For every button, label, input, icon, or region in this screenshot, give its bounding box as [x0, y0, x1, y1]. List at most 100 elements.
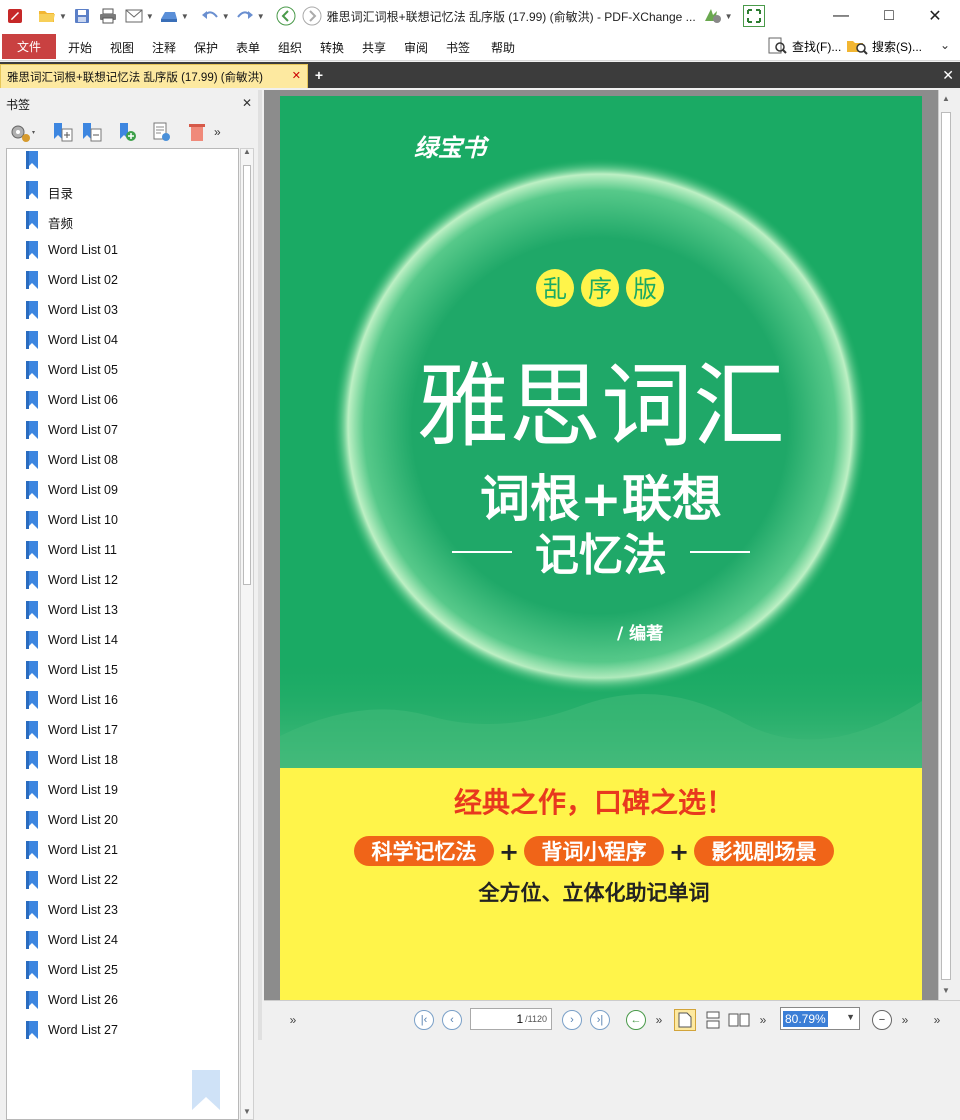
bookmark-item[interactable]: Word List 03: [7, 295, 237, 325]
back-icon[interactable]: [275, 5, 297, 27]
bookmark-item[interactable]: Word List 13: [7, 595, 237, 625]
email-icon[interactable]: [123, 5, 145, 27]
chevron-down-icon[interactable]: ▼: [59, 12, 67, 21]
statusbar-options-icon[interactable]: »: [282, 1009, 304, 1031]
document-tab[interactable]: 雅思词汇词根+联想记忆法 乱序版 (17.99) (俞敏洪) ✕: [0, 64, 308, 88]
more-tools-icon[interactable]: »: [214, 125, 221, 139]
statusbar-end-icon[interactable]: »: [926, 1009, 948, 1031]
chevron-down-icon[interactable]: ▼: [181, 12, 189, 21]
document-scrollbar[interactable]: ▲ ▼: [938, 90, 954, 1000]
bookmark-item[interactable]: Word List 22: [7, 865, 237, 895]
bookmark-options-icon[interactable]: [6, 120, 40, 144]
ribbon-collapse-icon[interactable]: ⌄: [940, 38, 950, 52]
document-scroll-thumb[interactable]: [941, 112, 951, 980]
open-folder-icon[interactable]: [36, 5, 58, 27]
maximize-button[interactable]: □: [866, 0, 912, 32]
bookmark-item[interactable]: Word List 04: [7, 325, 237, 355]
close-document-button[interactable]: ✕: [942, 67, 954, 84]
previous-page-button[interactable]: ‹: [442, 1010, 462, 1030]
bookmark-item[interactable]: Word List 19: [7, 775, 237, 805]
menu-help[interactable]: 帮助: [491, 39, 515, 56]
file-menu[interactable]: 文件: [2, 34, 56, 59]
close-window-button[interactable]: ✕: [912, 0, 958, 32]
scroll-down-icon[interactable]: ▼: [243, 1107, 251, 1116]
bookmark-item[interactable]: 目录: [7, 175, 237, 205]
bookmark-item[interactable]: 音频: [7, 205, 237, 235]
close-pane-icon[interactable]: ✕: [242, 96, 252, 110]
chevron-down-icon[interactable]: ▼: [146, 12, 154, 21]
menu-home[interactable]: 开始: [68, 39, 92, 56]
customize-icon[interactable]: [702, 5, 724, 27]
menu-organize[interactable]: 组织: [278, 39, 302, 56]
chevron-down-icon[interactable]: ▼: [257, 12, 265, 21]
page-number-input[interactable]: 1 /1120: [470, 1008, 552, 1030]
view-more-icon[interactable]: »: [752, 1009, 774, 1031]
bookmark-item[interactable]: Word List 09: [7, 475, 237, 505]
bookmark-item[interactable]: Word List 10: [7, 505, 237, 535]
print-icon[interactable]: [97, 5, 119, 27]
app-logo-icon[interactable]: [4, 5, 26, 27]
pane-splitter[interactable]: [258, 90, 262, 1040]
single-page-view-icon[interactable]: [674, 1009, 696, 1031]
bookmark-item[interactable]: Word List 25: [7, 955, 237, 985]
minimize-button[interactable]: —: [818, 0, 864, 32]
bookmark-item[interactable]: Word List 02: [7, 265, 237, 295]
collapse-bookmarks-icon[interactable]: [80, 120, 104, 144]
menu-view[interactable]: 视图: [110, 39, 134, 56]
bookmark-item[interactable]: Word List 06: [7, 385, 237, 415]
scroll-up-icon[interactable]: ▲: [942, 94, 950, 103]
menu-share[interactable]: 共享: [362, 39, 386, 56]
add-bookmark-icon[interactable]: [115, 120, 139, 144]
bookmark-item[interactable]: Word List 27: [7, 1015, 237, 1045]
bookmark-item[interactable]: Word List 17: [7, 715, 237, 745]
bookmark-item[interactable]: Word List 23: [7, 895, 237, 925]
bookmark-item[interactable]: Word List 24: [7, 925, 237, 955]
bookmark-item[interactable]: Word List 15: [7, 655, 237, 685]
nav-more-icon[interactable]: »: [648, 1009, 670, 1031]
delete-bookmark-icon[interactable]: [185, 120, 209, 144]
last-page-button[interactable]: ›|: [590, 1010, 610, 1030]
bookmark-item[interactable]: Word List 20: [7, 805, 237, 835]
redo-icon[interactable]: [234, 5, 256, 27]
bookmark-item[interactable]: Word List 12: [7, 565, 237, 595]
bookmark-properties-icon[interactable]: [150, 120, 174, 144]
bookmark-item[interactable]: Word List 26: [7, 985, 237, 1015]
scroll-up-icon[interactable]: ▲: [243, 147, 251, 156]
scan-icon[interactable]: [158, 5, 180, 27]
new-tab-button[interactable]: +: [312, 68, 326, 82]
next-page-button[interactable]: ›: [562, 1010, 582, 1030]
undo-icon[interactable]: [199, 5, 221, 27]
bookmark-item[interactable]: Word List 07: [7, 415, 237, 445]
zoom-input[interactable]: 80.79% ▼: [780, 1007, 860, 1030]
menu-convert[interactable]: 转换: [320, 39, 344, 56]
bookmark-item[interactable]: Word List 05: [7, 355, 237, 385]
chevron-down-icon[interactable]: ▼: [846, 1012, 855, 1022]
menu-comment[interactable]: 注释: [152, 39, 176, 56]
menu-form[interactable]: 表单: [236, 39, 260, 56]
chevron-down-icon[interactable]: ▼: [222, 12, 230, 21]
nav-back-button[interactable]: ←: [626, 1010, 646, 1030]
forward-icon[interactable]: [301, 5, 323, 27]
continuous-view-icon[interactable]: [702, 1009, 724, 1031]
facing-view-icon[interactable]: [728, 1009, 750, 1031]
bookmarks-scrollbar[interactable]: ▲ ▼: [240, 147, 254, 1120]
bookmarks-scroll-thumb[interactable]: [243, 165, 251, 585]
find-button[interactable]: 查找(F)...: [768, 37, 841, 55]
bookmark-item[interactable]: Word List 18: [7, 745, 237, 775]
bookmark-item[interactable]: Word List 01: [7, 235, 237, 265]
bookmark-item[interactable]: Word List 08: [7, 445, 237, 475]
bookmark-item[interactable]: Word List 16: [7, 685, 237, 715]
scroll-down-icon[interactable]: ▼: [942, 986, 950, 995]
search-button[interactable]: 搜索(S)...: [846, 37, 922, 55]
close-tab-icon[interactable]: ✕: [292, 69, 301, 82]
menu-bookmarks[interactable]: 书签: [446, 39, 470, 56]
bookmark-item[interactable]: Word List 14: [7, 625, 237, 655]
menu-protect[interactable]: 保护: [194, 39, 218, 56]
menu-review[interactable]: 审阅: [404, 39, 428, 56]
fullscreen-icon[interactable]: [742, 5, 765, 27]
bookmark-item[interactable]: Word List 11: [7, 535, 237, 565]
first-page-button[interactable]: |‹: [414, 1010, 434, 1030]
expand-bookmarks-icon[interactable]: [51, 120, 75, 144]
chevron-down-icon[interactable]: ▼: [725, 12, 733, 21]
zoom-out-button[interactable]: −: [872, 1010, 892, 1030]
